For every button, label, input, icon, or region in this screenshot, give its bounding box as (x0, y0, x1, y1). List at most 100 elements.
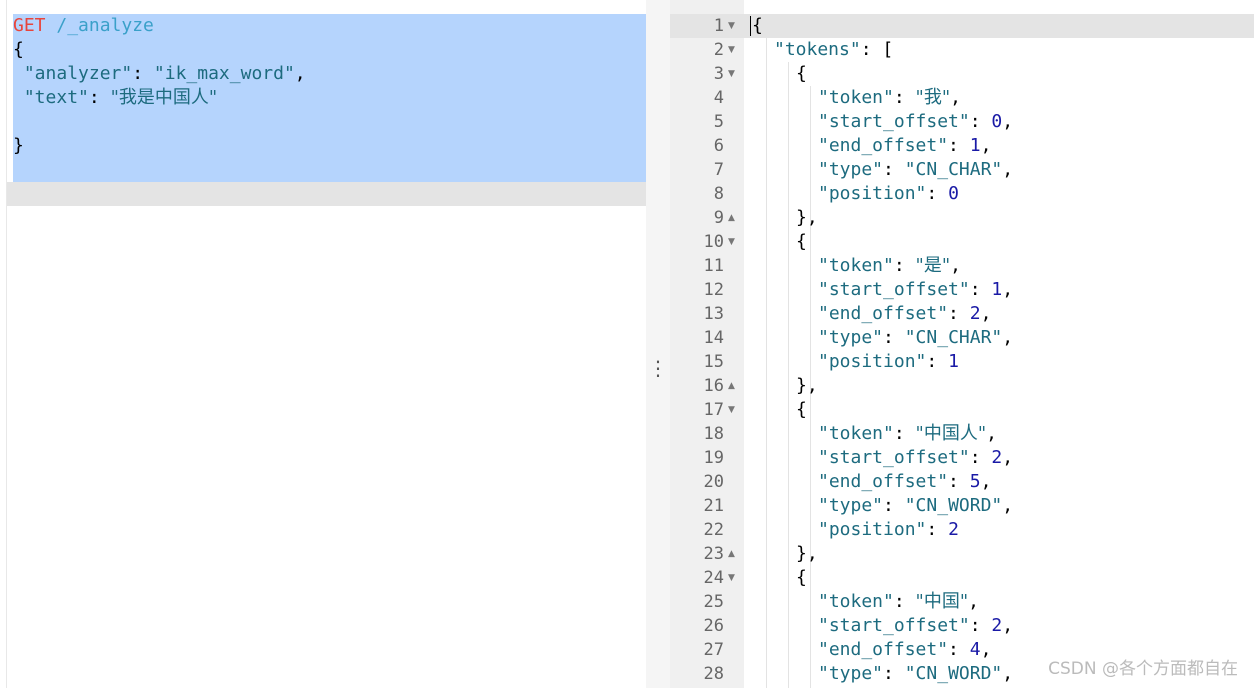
response-viewer[interactable]: 1 ▼ 2 ▼ 3 ▼ 4 5 6 7 8 9 ▲ 10 ▼ 11 12 13 14 15 16 ▲ 17 ▼ 18 19 20 21… (670, 0, 1254, 688)
json-number: 0 (948, 183, 959, 204)
code-line: "position": 0 (818, 182, 959, 206)
code-line: "type": "CN_WORD", (818, 662, 1013, 686)
json-punctuation: , (1002, 279, 1014, 300)
json-string: "CN_CHAR" (904, 327, 1003, 348)
request-editor-gutter (0, 0, 7, 688)
json-key: "start_offset" (818, 447, 970, 468)
gutter-row: 22 (670, 518, 744, 542)
line-number: 9 (713, 208, 724, 228)
fold-arrow-up-icon[interactable]: ▲ (728, 206, 740, 230)
line-number: 24 (703, 568, 724, 588)
json-punctuation: : (883, 495, 905, 516)
code-line: }, (796, 206, 818, 230)
json-string: "我" (915, 87, 951, 108)
json-punctuation: : (969, 447, 992, 468)
gutter-row: 21 (670, 494, 744, 518)
text-cursor (750, 16, 751, 36)
json-punctuation: : (893, 87, 916, 108)
line-number: 23 (703, 544, 724, 564)
json-key: "token" (818, 255, 894, 276)
indent-guide (788, 62, 789, 688)
code-line: "type": "CN_CHAR", (818, 326, 1013, 350)
request-path: /_analyze (56, 15, 154, 36)
pane-splitter[interactable]: ⋮ (646, 0, 670, 688)
fold-arrow-down-icon[interactable]: ▼ (728, 230, 740, 254)
request-line-6[interactable]: } (13, 134, 24, 158)
json-key: "end_offset" (818, 135, 949, 156)
line-number: 17 (703, 400, 724, 420)
json-punctuation: , (1002, 495, 1014, 516)
fold-arrow-down-icon[interactable]: ▼ (728, 14, 740, 38)
fold-arrow-down-icon[interactable]: ▼ (728, 398, 740, 422)
json-punctuation: { (796, 399, 807, 420)
json-string: "是" (915, 255, 951, 276)
fold-arrow-down-icon[interactable]: ▼ (728, 566, 740, 590)
gutter-row: 13 (670, 302, 744, 326)
gutter-row: 6 (670, 134, 744, 158)
request-line-1[interactable]: GET /_analyze (13, 14, 154, 38)
code-line: { (796, 230, 807, 254)
json-punctuation: { (796, 63, 807, 84)
json-punctuation: , (980, 135, 992, 156)
request-line-3[interactable]: "analyzer": "ik_max_word", (13, 62, 306, 86)
fold-arrow-up-icon[interactable]: ▲ (728, 542, 740, 566)
json-key: "type" (818, 663, 884, 684)
json-punctuation: , (980, 471, 992, 492)
line-number: 1 (713, 16, 724, 36)
request-active-line-band (7, 182, 646, 206)
code-line: }, (796, 542, 818, 566)
json-punctuation: : (948, 135, 970, 156)
gutter-row: 24 ▼ (670, 566, 744, 590)
json-punctuation: : (926, 519, 949, 540)
json-number: 2 (948, 519, 959, 540)
json-punctuation: { (752, 15, 763, 36)
code-line: "tokens": [ (774, 38, 893, 62)
gutter-row: 25 (670, 590, 744, 614)
gutter-row: 16 ▲ (670, 374, 744, 398)
code-line: "end_offset": 4, (818, 638, 991, 662)
gutter-row: 5 (670, 110, 744, 134)
line-number: 2 (713, 40, 724, 60)
fold-arrow-down-icon[interactable]: ▼ (728, 62, 740, 86)
request-line-2[interactable]: { (13, 38, 24, 62)
json-punctuation: , (1002, 159, 1014, 180)
code-line: "end_offset": 1, (818, 134, 991, 158)
request-line-4[interactable]: "text": "我是中国人" (13, 86, 217, 110)
json-punctuation: , (950, 87, 961, 108)
request-analyzer-value: "ik_max_word" (153, 63, 295, 84)
json-punctuation: : (893, 423, 916, 444)
fold-arrow-down-icon[interactable]: ▼ (728, 38, 740, 62)
code-line: "type": "CN_CHAR", (818, 158, 1013, 182)
gutter-row: 7 (670, 158, 744, 182)
line-number: 21 (703, 496, 724, 516)
gutter-row: 8 (670, 182, 744, 206)
line-number: 14 (703, 328, 724, 348)
code-line: "token": "我", (818, 86, 961, 110)
json-key: "end_offset" (818, 471, 949, 492)
json-key: "start_offset" (818, 615, 970, 636)
code-line: "token": "是", (818, 254, 961, 278)
vertical-ellipsis-icon[interactable]: ⋮ (646, 356, 670, 380)
code-line: "start_offset": 1, (818, 278, 1013, 302)
json-number: 2 (991, 447, 1003, 468)
json-punctuation: }, (796, 543, 818, 564)
line-number: 3 (713, 64, 724, 84)
gutter-row: 4 (670, 86, 744, 110)
json-number: 2 (991, 615, 1003, 636)
fold-arrow-up-icon[interactable]: ▲ (728, 374, 740, 398)
gutter-row: 1 ▼ (670, 14, 744, 38)
line-number: 16 (703, 376, 724, 396)
json-punctuation: , (980, 639, 992, 660)
request-method: GET (13, 15, 46, 36)
line-number: 7 (713, 160, 724, 180)
gutter-row: 17 ▼ (670, 398, 744, 422)
json-punctuation: : (948, 471, 970, 492)
line-number: 11 (703, 256, 724, 276)
json-key: "type" (818, 495, 884, 516)
line-number: 18 (703, 424, 724, 444)
line-number: 15 (703, 352, 724, 372)
json-punctuation: { (796, 231, 807, 252)
request-editor[interactable]: GET /_analyze { "analyzer": "ik_max_word… (0, 0, 646, 688)
gutter-row: 9 ▲ (670, 206, 744, 230)
code-line: { (796, 566, 807, 590)
